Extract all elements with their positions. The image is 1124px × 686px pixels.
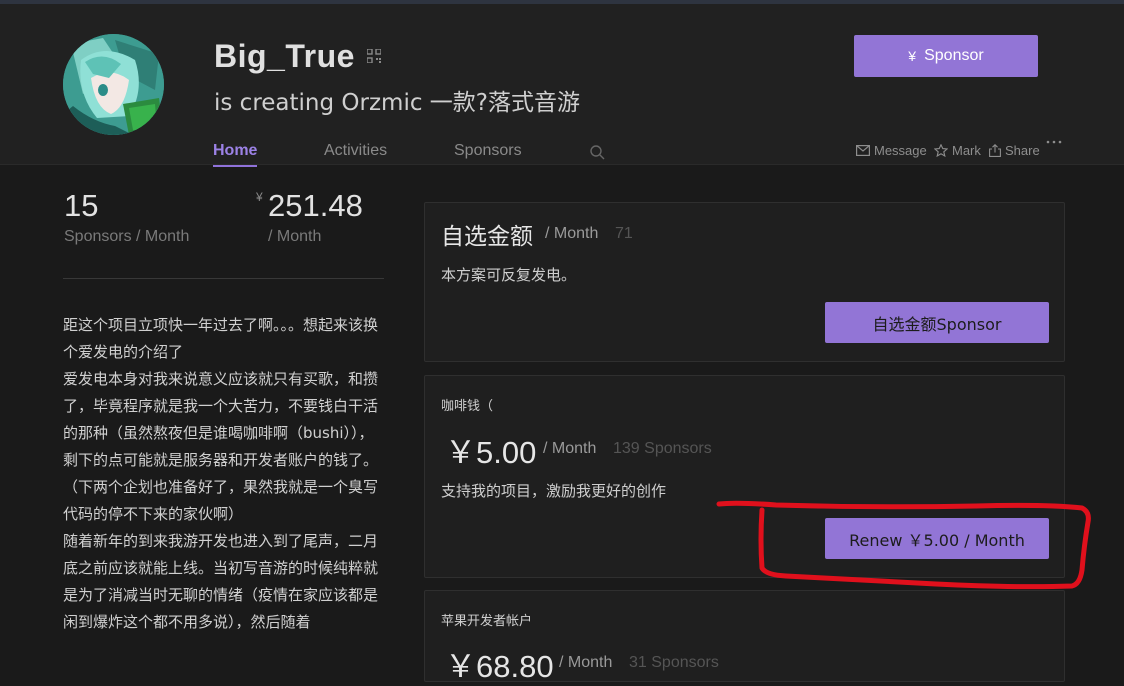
yen-icon: ¥ xyxy=(908,48,917,64)
monthly-income: 251.48 xyxy=(268,188,363,223)
star-icon xyxy=(934,144,948,157)
tier-price: ￥68.80 xyxy=(445,649,554,684)
tier-name: 苹果开发者帐户 xyxy=(441,614,533,629)
tier-description: 支持我的项目，激励我更好的创作 xyxy=(441,482,667,500)
description-paragraph: （下两个企划也准备好了，果然我就是一个臭写代码的停不下来的家伙啊） xyxy=(63,478,379,523)
tab-sponsors[interactable]: Sponsors xyxy=(454,142,522,160)
custom-amount-sponsor-button[interactable]: 自选金额Sponsor xyxy=(825,302,1049,343)
description-paragraph: 距这个项目立项快一年过去了啊。。。想起来该换个爱发电的介绍了 xyxy=(63,316,379,361)
tier-per-month: / Month xyxy=(559,654,613,671)
tier-card-coffee: 咖啡钱（ ￥5.00 / Month 139 Sponsors 支持我的项目，激… xyxy=(424,375,1065,578)
project-description: 距这个项目立项快一年过去了啊。。。想起来该换个爱发电的介绍了 爱发电本身对我来说… xyxy=(63,312,387,636)
tier-card-custom: 自选金额 / Month 71 本方案可反复发电。 自选金额Sponsor xyxy=(424,202,1065,362)
avatar[interactable] xyxy=(63,34,164,135)
renew-button[interactable]: Renew ￥5.00 / Month xyxy=(825,518,1049,559)
tier-title: 自选金额 xyxy=(441,224,533,250)
tier-description: 本方案可反复发电。 xyxy=(441,266,577,284)
mail-icon xyxy=(856,145,870,156)
tab-activities[interactable]: Activities xyxy=(324,142,387,160)
tier-per-month: / Month xyxy=(545,225,599,242)
tier-name: 咖啡钱（ xyxy=(441,399,494,414)
qr-code-icon[interactable] xyxy=(367,49,381,63)
description-paragraph: 随着新年的到来我游开发也进入到了尾声，二月底之前应该就能上线。当初写音游的时候纯… xyxy=(63,532,379,631)
tier-sponsor-count: 139 Sponsors xyxy=(613,440,712,457)
tier-card-apple-developer: 苹果开发者帐户 ￥68.80 / Month 31 Sponsors xyxy=(424,590,1065,684)
message-label: Message xyxy=(874,143,927,158)
sponsor-button[interactable]: ¥ Sponsor xyxy=(854,35,1038,77)
header-divider xyxy=(0,164,1124,165)
share-icon xyxy=(989,144,1001,157)
share-label: Share xyxy=(1005,143,1040,158)
mark-label: Mark xyxy=(952,143,981,158)
creator-tagline: is creating Orzmic 一款?落式音游 xyxy=(214,90,581,116)
sponsors-count: 15 xyxy=(64,188,99,223)
tab-home[interactable]: Home xyxy=(213,142,257,160)
tier-sponsor-count: 31 Sponsors xyxy=(629,654,719,671)
sponsor-button-label: Sponsor xyxy=(924,47,984,64)
stats-divider xyxy=(63,278,384,279)
message-action[interactable]: Message xyxy=(856,143,927,158)
search-icon[interactable] xyxy=(589,144,605,160)
tier-price: ￥5.00 xyxy=(445,435,537,470)
tier-sponsor-count: 71 xyxy=(615,225,633,242)
mark-action[interactable]: Mark xyxy=(934,143,981,158)
sponsors-count-label: Sponsors / Month xyxy=(64,228,190,245)
tier-per-month: / Month xyxy=(543,440,597,457)
monthly-income-label: / Month xyxy=(268,228,322,245)
profile-header: Big_True is creating Orzmic 一款?落式音游 ¥ Sp… xyxy=(0,4,1124,167)
more-icon[interactable] xyxy=(1046,140,1062,144)
creator-name: Big_True xyxy=(214,38,355,74)
share-action[interactable]: Share xyxy=(989,143,1040,158)
income-currency: ¥ xyxy=(256,190,263,204)
description-paragraph: 爱发电本身对我来说意义应该就只有买歌，和攒了，毕竟程序就是我一个大苦力，不要钱白… xyxy=(63,370,379,469)
